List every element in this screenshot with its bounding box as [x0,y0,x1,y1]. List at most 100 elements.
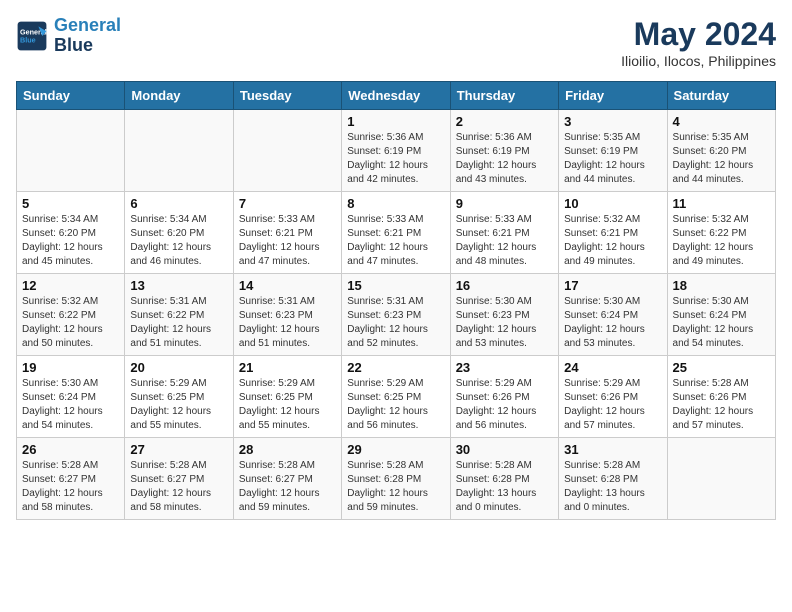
calendar-day-cell: 7 Sunrise: 5:33 AM Sunset: 6:21 PM Daylig… [233,192,341,274]
calendar-subtitle: Ilioilio, Ilocos, Philippines [621,53,776,69]
calendar-day-cell: 24 Sunrise: 5:29 AM Sunset: 6:26 PM Dayli… [559,356,667,438]
day-info: Sunrise: 5:28 AM Sunset: 6:26 PM Dayligh… [673,377,770,433]
calendar-day-cell: 10 Sunrise: 5:32 AM Sunset: 6:21 PM Dayli… [559,192,667,274]
day-info: Sunrise: 5:30 AM Sunset: 6:23 PM Dayligh… [456,295,553,351]
day-number: 22 [347,360,444,375]
day-number: 10 [564,196,661,211]
day-number: 25 [673,360,770,375]
title-block: May 2024 Ilioilio, Ilocos, Philippines [621,16,776,69]
calendar-day-cell: 26 Sunrise: 5:28 AM Sunset: 6:27 PM Dayli… [17,438,125,520]
day-info: Sunrise: 5:32 AM Sunset: 6:22 PM Dayligh… [22,295,119,351]
calendar-day-cell: 1Sunrise: 5:36 AM Sunset: 6:19 PM Daylig… [342,110,450,192]
day-info: Sunrise: 5:33 AM Sunset: 6:21 PM Dayligh… [347,213,444,269]
day-info: Sunrise: 5:36 AM Sunset: 6:19 PM Dayligh… [347,131,444,187]
day-number: 29 [347,442,444,457]
day-number: 4 [673,114,770,129]
day-number: 15 [347,278,444,293]
day-info: Sunrise: 5:28 AM Sunset: 6:28 PM Dayligh… [564,459,661,515]
calendar-day-cell: 31 Sunrise: 5:28 AM Sunset: 6:28 PM Dayli… [559,438,667,520]
day-info: Sunrise: 5:35 AM Sunset: 6:19 PM Dayligh… [564,131,661,187]
day-number: 3 [564,114,661,129]
logo-text: GeneralBlue [54,16,121,56]
day-info: Sunrise: 5:28 AM Sunset: 6:28 PM Dayligh… [347,459,444,515]
day-number: 18 [673,278,770,293]
day-number: 19 [22,360,119,375]
day-info: Sunrise: 5:31 AM Sunset: 6:23 PM Dayligh… [347,295,444,351]
calendar-day-cell [17,110,125,192]
calendar-day-cell: 3 Sunrise: 5:35 AM Sunset: 6:19 PM Daylig… [559,110,667,192]
day-info: Sunrise: 5:30 AM Sunset: 6:24 PM Dayligh… [673,295,770,351]
calendar-day-cell: 21Sunrise: 5:29 AM Sunset: 6:25 PM Dayli… [233,356,341,438]
logo: General Blue GeneralBlue [16,16,121,56]
calendar-day-cell: 23 Sunrise: 5:29 AM Sunset: 6:26 PM Dayli… [450,356,558,438]
day-number: 21 [239,360,336,375]
day-number: 23 [456,360,553,375]
day-info: Sunrise: 5:31 AM Sunset: 6:22 PM Dayligh… [130,295,227,351]
day-number: 6 [130,196,227,211]
calendar-day-cell: 30 Sunrise: 5:28 AM Sunset: 6:28 PM Dayli… [450,438,558,520]
day-number: 11 [673,196,770,211]
day-info: Sunrise: 5:32 AM Sunset: 6:22 PM Dayligh… [673,213,770,269]
day-info: Sunrise: 5:33 AM Sunset: 6:21 PM Dayligh… [239,213,336,269]
day-info: Sunrise: 5:28 AM Sunset: 6:27 PM Dayligh… [22,459,119,515]
calendar-table: SundayMondayTuesdayWednesdayThursdayFrid… [16,81,776,520]
calendar-day-cell: 15 Sunrise: 5:31 AM Sunset: 6:23 PM Dayli… [342,274,450,356]
weekday-header: Wednesday [342,82,450,110]
calendar-day-cell: 29 Sunrise: 5:28 AM Sunset: 6:28 PM Dayli… [342,438,450,520]
calendar-week-row: 1Sunrise: 5:36 AM Sunset: 6:19 PM Daylig… [17,110,776,192]
calendar-day-cell: 16Sunrise: 5:30 AM Sunset: 6:23 PM Dayli… [450,274,558,356]
calendar-day-cell: 6 Sunrise: 5:34 AM Sunset: 6:20 PM Daylig… [125,192,233,274]
day-number: 7 [239,196,336,211]
weekday-row: SundayMondayTuesdayWednesdayThursdayFrid… [17,82,776,110]
calendar-day-cell: 2Sunrise: 5:36 AM Sunset: 6:19 PM Daylig… [450,110,558,192]
page-header: General Blue GeneralBlue May 2024 Ilioil… [16,16,776,69]
day-number: 26 [22,442,119,457]
calendar-week-row: 26 Sunrise: 5:28 AM Sunset: 6:27 PM Dayli… [17,438,776,520]
calendar-day-cell: 22 Sunrise: 5:29 AM Sunset: 6:25 PM Dayli… [342,356,450,438]
day-number: 30 [456,442,553,457]
calendar-day-cell: 27Sunrise: 5:28 AM Sunset: 6:27 PM Dayli… [125,438,233,520]
calendar-header: SundayMondayTuesdayWednesdayThursdayFrid… [17,82,776,110]
day-number: 12 [22,278,119,293]
day-info: Sunrise: 5:29 AM Sunset: 6:25 PM Dayligh… [130,377,227,433]
calendar-day-cell: 8 Sunrise: 5:33 AM Sunset: 6:21 PM Daylig… [342,192,450,274]
day-info: Sunrise: 5:36 AM Sunset: 6:19 PM Dayligh… [456,131,553,187]
calendar-day-cell: 14 Sunrise: 5:31 AM Sunset: 6:23 PM Dayli… [233,274,341,356]
day-number: 28 [239,442,336,457]
calendar-week-row: 5Sunrise: 5:34 AM Sunset: 6:20 PM Daylig… [17,192,776,274]
day-number: 14 [239,278,336,293]
calendar-day-cell: 18 Sunrise: 5:30 AM Sunset: 6:24 PM Dayli… [667,274,775,356]
day-number: 8 [347,196,444,211]
calendar-day-cell: 19 Sunrise: 5:30 AM Sunset: 6:24 PM Dayli… [17,356,125,438]
day-number: 13 [130,278,227,293]
calendar-day-cell [667,438,775,520]
weekday-header: Thursday [450,82,558,110]
day-info: Sunrise: 5:32 AM Sunset: 6:21 PM Dayligh… [564,213,661,269]
svg-text:Blue: Blue [20,35,36,44]
day-info: Sunrise: 5:31 AM Sunset: 6:23 PM Dayligh… [239,295,336,351]
day-number: 31 [564,442,661,457]
day-info: Sunrise: 5:28 AM Sunset: 6:27 PM Dayligh… [239,459,336,515]
day-info: Sunrise: 5:30 AM Sunset: 6:24 PM Dayligh… [22,377,119,433]
calendar-day-cell: 25 Sunrise: 5:28 AM Sunset: 6:26 PM Dayli… [667,356,775,438]
day-info: Sunrise: 5:29 AM Sunset: 6:26 PM Dayligh… [564,377,661,433]
day-info: Sunrise: 5:28 AM Sunset: 6:28 PM Dayligh… [456,459,553,515]
day-info: Sunrise: 5:34 AM Sunset: 6:20 PM Dayligh… [130,213,227,269]
calendar-title: May 2024 [621,16,776,53]
day-info: Sunrise: 5:30 AM Sunset: 6:24 PM Dayligh… [564,295,661,351]
logo-icon: General Blue [16,20,48,52]
calendar-day-cell: 12 Sunrise: 5:32 AM Sunset: 6:22 PM Dayli… [17,274,125,356]
weekday-header: Saturday [667,82,775,110]
calendar-body: 1Sunrise: 5:36 AM Sunset: 6:19 PM Daylig… [17,110,776,520]
calendar-day-cell: 20 Sunrise: 5:29 AM Sunset: 6:25 PM Dayli… [125,356,233,438]
calendar-day-cell: 9Sunrise: 5:33 AM Sunset: 6:21 PM Daylig… [450,192,558,274]
calendar-week-row: 12 Sunrise: 5:32 AM Sunset: 6:22 PM Dayli… [17,274,776,356]
day-number: 24 [564,360,661,375]
weekday-header: Friday [559,82,667,110]
calendar-day-cell [125,110,233,192]
day-number: 20 [130,360,227,375]
day-info: Sunrise: 5:29 AM Sunset: 6:25 PM Dayligh… [347,377,444,433]
weekday-header: Sunday [17,82,125,110]
calendar-day-cell: 28 Sunrise: 5:28 AM Sunset: 6:27 PM Dayli… [233,438,341,520]
day-info: Sunrise: 5:29 AM Sunset: 6:26 PM Dayligh… [456,377,553,433]
